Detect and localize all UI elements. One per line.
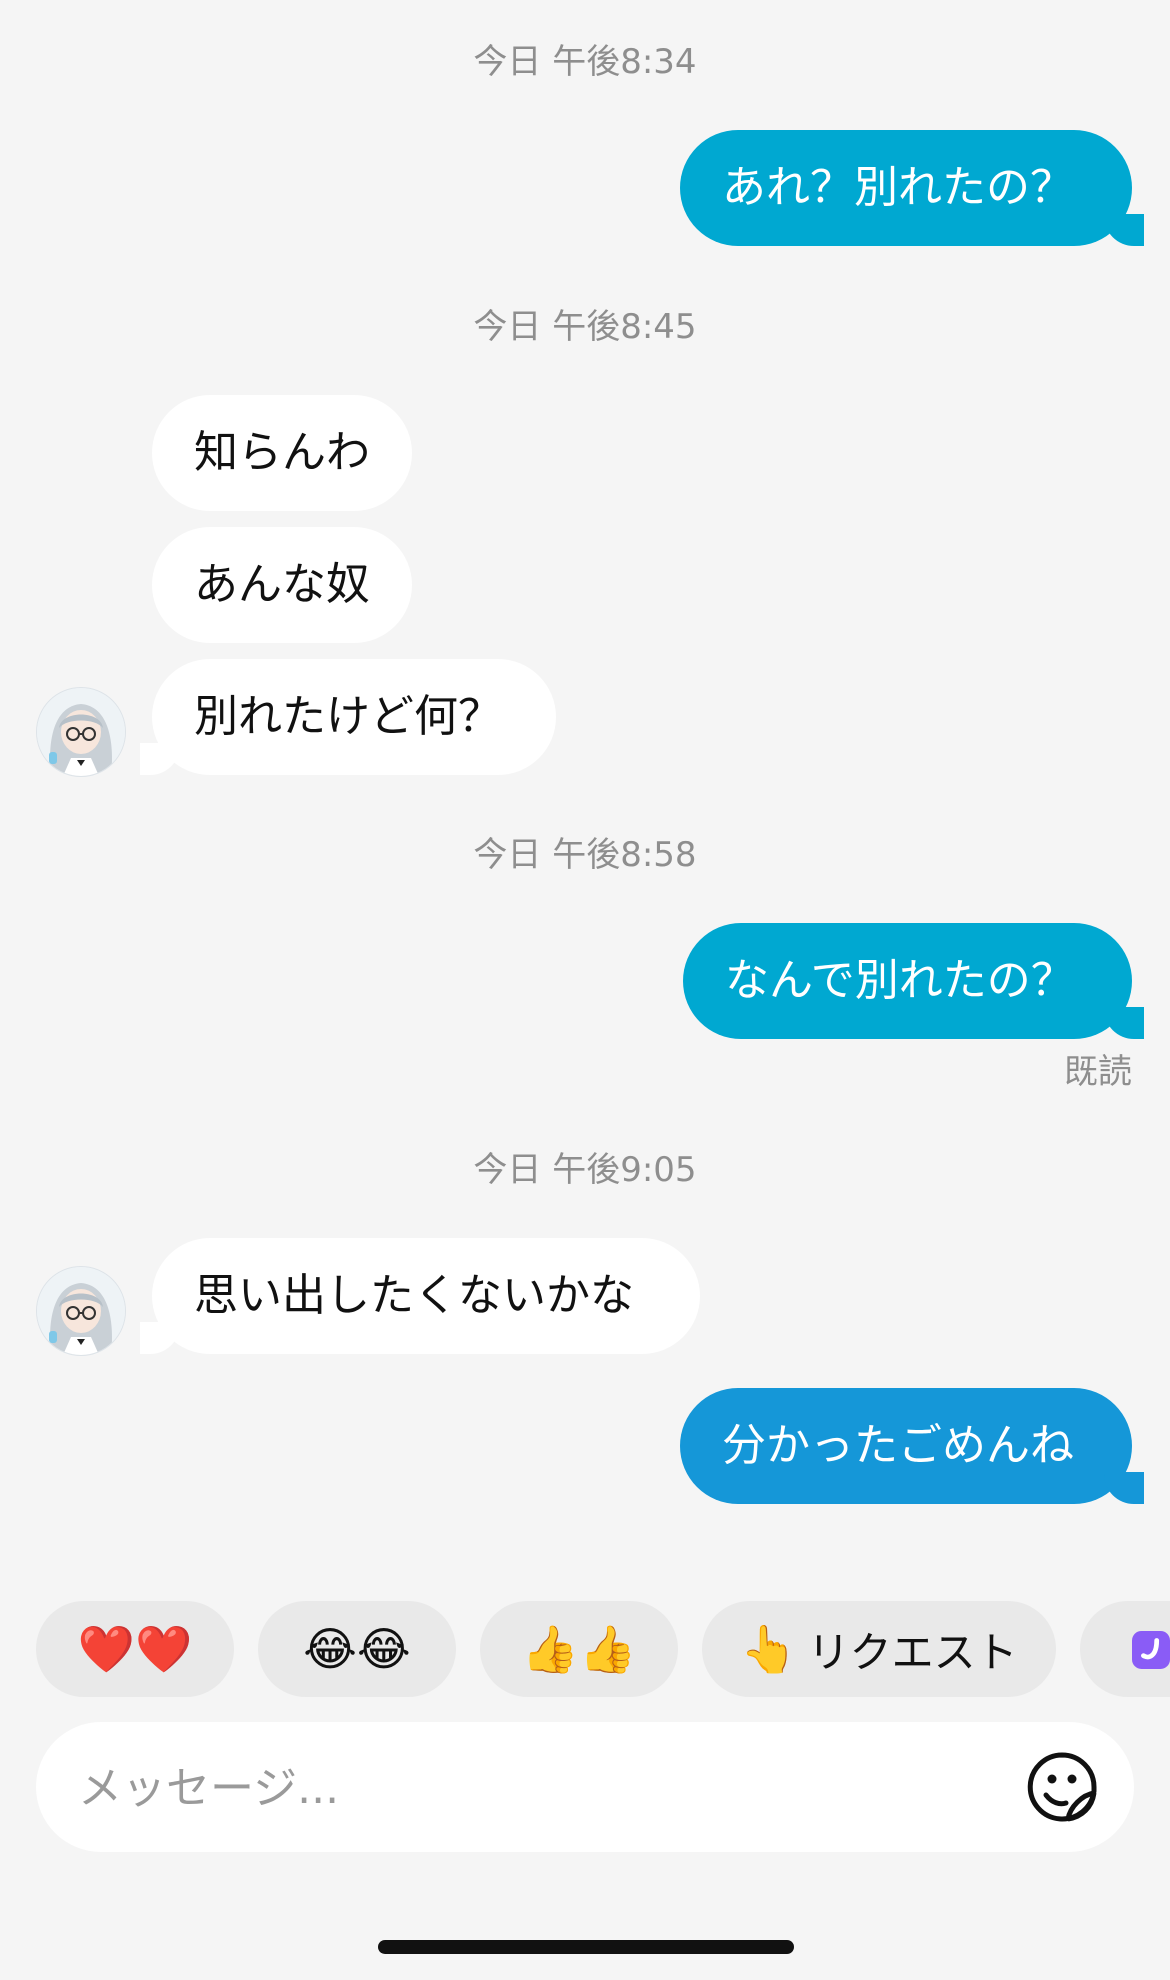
read-receipt: 既読 xyxy=(1064,1052,1132,1092)
message-text: あれ？別れたの？ xyxy=(722,162,1074,213)
bubble-tail xyxy=(140,743,180,775)
avatar[interactable] xyxy=(36,687,126,777)
bubble-tail xyxy=(1104,214,1144,246)
timestamp: 今日 午後8:34 xyxy=(473,42,697,82)
pointing-hand-icon: 👆 xyxy=(740,1621,798,1676)
message-composer xyxy=(36,1722,1134,1854)
chat-screen: 今日 午後8:34 あれ？別れたの？ 今日 午後8:45 知らんわ あんな奴 別… xyxy=(0,0,1170,1980)
timestamp: 今日 午後9:05 xyxy=(473,1150,697,1190)
timestamp: 今日 午後8:45 xyxy=(473,307,697,347)
quick-reply-more[interactable] xyxy=(1080,1601,1170,1697)
sticker-icon[interactable] xyxy=(1026,1751,1098,1823)
home-indicator[interactable] xyxy=(378,1940,794,1954)
heart-icon: ❤️❤️ xyxy=(77,1621,193,1676)
message-text: 思い出したくないかな xyxy=(194,1270,634,1321)
bubble-tail xyxy=(140,1322,180,1354)
outgoing-message[interactable]: あれ？別れたの？ xyxy=(680,130,1144,246)
app-icon xyxy=(1132,1630,1170,1669)
message-text: 分かったごめんね xyxy=(722,1420,1074,1471)
chip-label: リクエスト xyxy=(807,1627,1018,1677)
quick-reply-thumbs-up[interactable]: 👍👍 xyxy=(480,1601,678,1697)
avatar[interactable] xyxy=(36,1266,126,1356)
quick-reply-request[interactable]: 👆 リクエスト xyxy=(702,1601,1056,1697)
anime-avatar-icon xyxy=(37,1267,125,1355)
outgoing-message[interactable]: なんで別れたの？ xyxy=(683,923,1144,1039)
laughing-face-icon: 😂😂 xyxy=(303,1622,411,1676)
thumbs-up-icon: 👍👍 xyxy=(521,1621,637,1676)
incoming-message[interactable]: 思い出したくないかな xyxy=(140,1238,700,1354)
outgoing-message[interactable]: 分かったごめんね xyxy=(680,1388,1144,1504)
message-text: あんな奴 xyxy=(194,559,370,610)
anime-avatar-icon xyxy=(37,688,125,776)
message-text: 別れたけど何？ xyxy=(194,691,502,742)
incoming-message[interactable]: 知らんわ xyxy=(152,395,412,511)
bubble-tail xyxy=(1104,1472,1144,1504)
timestamp: 今日 午後8:58 xyxy=(473,835,697,875)
message-text: なんで別れたの？ xyxy=(725,955,1075,1006)
message-text: 知らんわ xyxy=(194,427,370,478)
incoming-message[interactable]: 別れたけど何？ xyxy=(140,659,556,775)
incoming-message[interactable]: あんな奴 xyxy=(152,527,412,643)
quick-reply-laughing[interactable]: 😂😂 xyxy=(258,1601,456,1697)
bubble-tail xyxy=(1104,1007,1144,1039)
quick-reply-hearts[interactable]: ❤️❤️ xyxy=(36,1601,234,1697)
message-input[interactable] xyxy=(76,1722,1000,1854)
